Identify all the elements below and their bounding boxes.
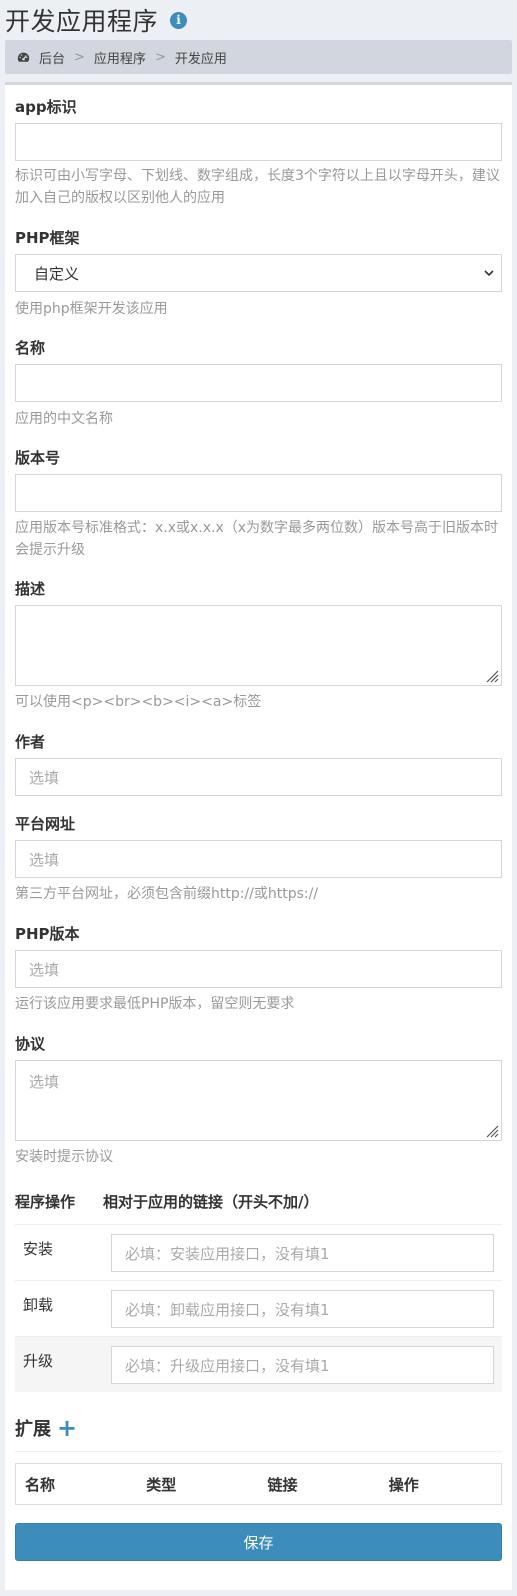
form-box: app标识 标识可由小写字母、下划线、数字组成，长度3个字符以上且以字母开头，建… [5, 82, 512, 1590]
php-version-help: 运行该应用要求最低PHP版本，留空则无要求 [15, 996, 295, 1012]
name-input[interactable] [15, 364, 502, 402]
framework-select[interactable]: 自定义 [15, 254, 502, 292]
save-button[interactable]: 保存 [15, 1523, 502, 1561]
agreement-label: 协议 [15, 1035, 46, 1053]
description-textarea[interactable] [15, 605, 502, 686]
version-label: 版本号 [15, 449, 61, 467]
resize-grip-icon[interactable] [483, 1122, 499, 1138]
table-row: 升级 必填：升级应用接口，没有填1 [15, 1336, 502, 1392]
app-id-label: app标识 [15, 98, 77, 116]
framework-label: PHP框架 [15, 229, 80, 247]
uninstall-label: 卸载 [15, 1280, 103, 1337]
app-id-input[interactable] [15, 123, 502, 161]
table-row: 卸载 必填：卸载应用接口，没有填1 [15, 1280, 502, 1337]
upgrade-input[interactable]: 必填：升级应用接口，没有填1 [111, 1346, 494, 1384]
version-input[interactable] [15, 474, 502, 512]
extensions-col-name: 名称 [25, 1475, 56, 1494]
breadcrumb-separator: > [74, 49, 85, 65]
framework-selected: 自定义 [34, 264, 80, 283]
page-header: 开发应用程序 i [0, 0, 517, 40]
breadcrumb: 后台 > 应用程序 > 开发应用 [5, 40, 512, 74]
version-help: 应用版本号标准格式：x.x或x.x.x（x为数字最多两位数）版本号高于旧版本时会… [15, 520, 499, 558]
author-input[interactable]: 选填 [15, 758, 502, 796]
breadcrumb-separator: > [154, 49, 166, 65]
agreement-placeholder: 选填 [29, 1073, 60, 1091]
table-row: 安装 必填：安装应用接口，没有填1 [15, 1224, 502, 1281]
framework-help: 使用php框架开发该应用 [15, 301, 168, 317]
website-input[interactable]: 选填 [15, 840, 502, 878]
php-version-label: PHP版本 [15, 925, 80, 943]
add-extension-icon[interactable]: + [57, 1416, 77, 1440]
resize-grip-icon[interactable] [483, 667, 499, 683]
description-label: 描述 [15, 580, 46, 598]
extensions-col-link: 链接 [267, 1475, 298, 1494]
php-version-input[interactable]: 选填 [15, 950, 502, 988]
breadcrumb-current: 开发应用 [174, 51, 227, 67]
operations-table: 程序操作 相对于应用的链接（开头不加/） 安装 必填：安装应用接口，没有填1 卸… [15, 1191, 502, 1392]
operations-header-row: 程序操作 相对于应用的链接（开头不加/） [15, 1191, 502, 1225]
chevron-down-icon [484, 270, 494, 277]
agreement-textarea[interactable]: 选填 [15, 1060, 502, 1141]
agreement-help: 安装时提示协议 [15, 1149, 113, 1165]
extensions-title: 扩展 + [15, 1415, 502, 1441]
app-id-help: 标识可由小写字母、下划线、数字组成，长度3个字符以上且以字母开头，建议加入自己的… [15, 168, 500, 206]
uninstall-input[interactable]: 必填：卸载应用接口，没有填1 [111, 1290, 494, 1328]
extensions-table-header: 名称 类型 链接 操作 [15, 1463, 502, 1505]
author-label: 作者 [15, 733, 46, 751]
install-input[interactable]: 必填：安装应用接口，没有填1 [111, 1234, 494, 1272]
description-help: 可以使用<p><br><b><i><a>标签 [15, 694, 262, 710]
operations-header-action: 程序操作 [15, 1193, 76, 1211]
page-title: 开发应用程序 [5, 7, 159, 36]
extensions-col-action: 操作 [388, 1475, 419, 1494]
info-icon[interactable]: i [170, 11, 188, 29]
website-label: 平台网址 [15, 815, 76, 833]
breadcrumb-apps[interactable]: 应用程序 [94, 48, 146, 67]
upgrade-label: 升级 [15, 1336, 103, 1392]
name-label: 名称 [15, 339, 46, 357]
website-help: 第三方平台网址，必须包含前缀http://或https:// [15, 886, 319, 902]
operations-header-link: 相对于应用的链接（开头不加/） [103, 1193, 319, 1211]
dashboard-icon [17, 52, 30, 62]
extensions-col-type: 类型 [146, 1475, 177, 1494]
name-help: 应用的中文名称 [15, 411, 113, 427]
extensions-title-text: 扩展 [15, 1419, 51, 1440]
install-label: 安装 [15, 1224, 103, 1281]
breadcrumb-home[interactable]: 后台 [39, 48, 65, 67]
